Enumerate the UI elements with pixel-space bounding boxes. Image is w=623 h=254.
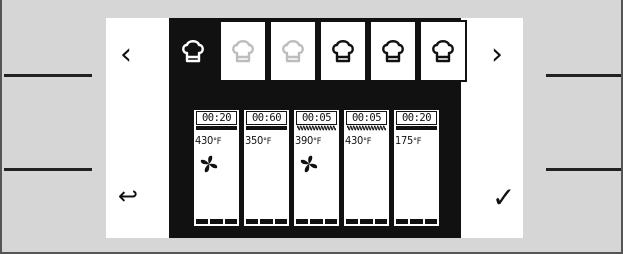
chevron-right-icon[interactable]: › [491,40,503,70]
chef-hat-icon [332,40,354,63]
program-tab-3[interactable] [269,20,317,82]
left-lower-divider [4,168,92,171]
step-footer-bar [196,219,237,224]
step-card-5[interactable]: 00:20 175°F [394,110,439,226]
program-tab-1[interactable] [169,20,217,82]
program-tab-4[interactable] [319,20,367,82]
step-footer-bar [296,219,337,224]
step-card-4[interactable]: 00:05 430°F [344,110,389,226]
temperature-value: 390 [295,134,313,147]
chevron-left-icon[interactable]: ‹ [120,40,132,70]
chef-hat-icon [282,40,304,63]
step-time-bar [196,126,237,130]
program-tab-5[interactable] [369,20,417,82]
temperature-unit: °F [313,137,322,147]
step-card-3[interactable]: 00:05 390°F [294,110,339,226]
program-tab-6[interactable] [419,20,467,82]
step-time-bar [246,126,287,130]
temperature-unit: °F [413,137,422,147]
step-time: 00:60 [246,111,287,125]
temperature-value: 430 [195,134,213,147]
step-time: 00:05 [296,111,337,125]
fan-icon [300,155,318,173]
temperature-unit: °F [363,137,372,147]
step-time: 00:20 [196,111,237,125]
step-time: 00:05 [346,111,387,125]
fan-icon [200,155,218,173]
step-time: 00:20 [396,111,437,125]
steam-icon [297,125,336,131]
step-footer-bar [246,219,287,224]
step-footer-bar [346,219,387,224]
program-tab-2[interactable] [219,20,267,82]
step-temperature: 390°F [295,134,339,147]
temperature-unit: °F [213,137,222,147]
display-screen: ‹ › ↩ ✓ 00:20 430°F 00:60 350°F 00:05 390°F 00… [106,18,523,238]
step-temperature: 350°F [245,134,289,147]
temperature-value: 175 [395,134,413,147]
left-upper-divider [4,74,92,77]
right-lower-divider [546,168,621,171]
chef-hat-icon [232,40,254,63]
return-arrow-icon[interactable]: ↩ [118,184,138,208]
step-temperature: 430°F [345,134,389,147]
temperature-value: 430 [345,134,363,147]
chef-hat-icon [382,40,404,63]
right-upper-divider [546,74,621,77]
step-card-2[interactable]: 00:60 350°F [244,110,289,226]
temperature-value: 350 [245,134,263,147]
checkmark-icon[interactable]: ✓ [492,184,515,212]
step-footer-bar [396,219,437,224]
step-time-bar [396,126,437,130]
temperature-unit: °F [263,137,272,147]
step-temperature: 430°F [195,134,239,147]
chef-hat-icon [432,40,454,63]
step-temperature: 175°F [395,134,439,147]
program-tabs [169,20,467,82]
steam-icon [347,125,386,131]
step-card-1[interactable]: 00:20 430°F [194,110,239,226]
step-list: 00:20 430°F 00:60 350°F 00:05 390°F 00:05 430°F… [194,110,439,226]
chef-hat-icon [182,40,204,63]
